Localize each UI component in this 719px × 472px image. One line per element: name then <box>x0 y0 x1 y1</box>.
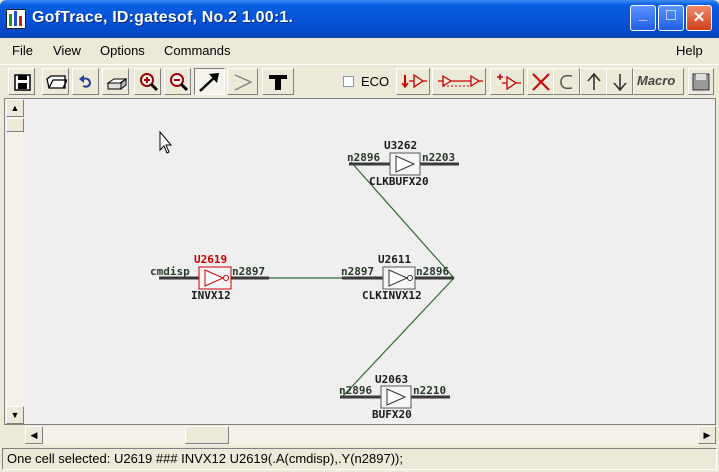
zoom-in-icon <box>140 73 159 92</box>
cell-u2619-out-net: n2897 <box>232 265 265 278</box>
macro-button[interactable]: Macro <box>633 68 684 95</box>
scroll-right-button[interactable]: ▶ <box>698 426 716 444</box>
delete-button[interactable] <box>527 68 554 95</box>
cell-u3262-out-net: n2203 <box>422 151 455 164</box>
cell-u2063-out-net: n2210 <box>413 384 446 397</box>
arrow-down-icon <box>613 74 627 92</box>
cell-u2611-in-net: n2897 <box>341 265 374 278</box>
cell-u2619[interactable]: U2619 cmdisp n2897 INVX12 <box>150 253 269 302</box>
minimize-button[interactable]: _ <box>630 5 656 31</box>
select-tool-button[interactable] <box>194 68 225 95</box>
cell-u2619-id: U2619 <box>194 253 227 266</box>
zoom-out-icon <box>170 73 189 92</box>
vertical-scrollbar[interactable]: ▲ ▼ <box>5 99 25 424</box>
trace-arrow-icon <box>234 74 253 91</box>
reconnect-button[interactable] <box>553 68 580 95</box>
insert-chain-icon <box>438 74 483 88</box>
disk-icon <box>692 73 710 91</box>
status-bar: One cell selected: U2619 ### INVX12 U261… <box>2 448 717 470</box>
close-icon: ✕ <box>692 9 706 26</box>
zoom-in-button[interactable] <box>134 68 161 95</box>
app-icon <box>6 9 26 29</box>
scroll-up-button[interactable]: ▲ <box>6 99 24 117</box>
menu-commands[interactable]: Commands <box>164 43 230 58</box>
save-eco-button[interactable] <box>688 68 714 95</box>
schematic-canvas[interactable]: U3262 n2896 n2203 CLKBUFX20 U2619 cmdisp… <box>26 99 715 424</box>
cell-u3262-in-net: n2896 <box>347 151 380 164</box>
cell-u2611-id: U2611 <box>378 253 411 266</box>
arrow-up-icon <box>587 72 601 90</box>
status-text: One cell selected: U2619 ### INVX12 U261… <box>7 451 403 466</box>
cell-u2611-type: CLKINVX12 <box>362 289 422 302</box>
eco-checkbox[interactable] <box>343 76 354 87</box>
insert-buffer-icon <box>401 73 427 89</box>
move-down-button[interactable] <box>606 68 633 95</box>
minimize-icon: _ <box>638 6 648 23</box>
close-button[interactable]: ✕ <box>686 5 712 31</box>
reconnect-arc-icon <box>560 74 573 90</box>
zoom-out-button[interactable] <box>164 68 191 95</box>
horizontal-scroll-thumb[interactable] <box>185 426 229 444</box>
eco-label: ECO <box>361 74 390 89</box>
menu-bar: File View Options Commands Help <box>0 38 719 64</box>
maximize-button[interactable]: □ <box>658 5 684 31</box>
cell-u3262-id: U3262 <box>384 139 417 152</box>
cell-u2611-out-net: n2896 <box>416 265 449 278</box>
cell-u2063-in-net: n2896 <box>339 384 372 397</box>
add-cell-icon <box>497 74 521 91</box>
maximize-icon: □ <box>666 7 676 24</box>
text-tool-icon <box>269 75 287 90</box>
cell-u3262[interactable]: U3262 n2896 n2203 CLKBUFX20 <box>347 139 459 188</box>
menu-file[interactable]: File <box>12 43 33 58</box>
move-up-button[interactable] <box>580 68 607 95</box>
scroll-down-button[interactable]: ▼ <box>6 406 24 424</box>
macro-label: Macro <box>637 73 676 88</box>
undo-button[interactable] <box>72 68 99 95</box>
cell-u2619-in-net: cmdisp <box>150 265 190 278</box>
undo-icon <box>79 75 92 88</box>
cell-u2063[interactable]: U2063 n2896 n2210 BUFX20 <box>339 373 450 421</box>
select-arrow-icon <box>199 73 219 92</box>
cell-u2611[interactable]: U2611 n2897 n2896 CLKINVX12 <box>341 253 454 302</box>
vertical-scroll-thumb[interactable] <box>6 118 24 132</box>
save-button[interactable] <box>8 68 35 95</box>
toolbar: ECO Macro <box>0 64 719 99</box>
eco-insert-button[interactable] <box>396 68 430 95</box>
menu-help[interactable]: Help <box>676 43 703 58</box>
eco-add-button[interactable] <box>490 68 524 95</box>
cell-u2619-type: INVX12 <box>191 289 231 302</box>
open-button[interactable] <box>42 68 69 95</box>
menu-options[interactable]: Options <box>100 43 145 58</box>
trace-tool-button[interactable] <box>227 68 258 95</box>
save-icon <box>14 74 31 91</box>
cell-u2063-id: U2063 <box>375 373 408 386</box>
delete-x-icon <box>532 73 550 91</box>
cell-u3262-type: CLKBUFX20 <box>369 175 429 188</box>
cell-u2063-type: BUFX20 <box>372 408 412 421</box>
horizontal-scrollbar[interactable]: ◀ ▶ <box>25 426 716 445</box>
eco-chain-button[interactable] <box>432 68 486 95</box>
window-title: GofTrace, ID:gatesof, No.2 1.00:1. <box>32 9 294 26</box>
mouse-cursor-icon <box>159 130 173 154</box>
title-bar[interactable]: GofTrace, ID:gatesof, No.2 1.00:1. _ □ ✕ <box>0 0 719 38</box>
menu-view[interactable]: View <box>53 43 81 58</box>
text-tool-button[interactable] <box>262 68 294 95</box>
open-folder-icon <box>46 75 67 89</box>
schematic-svg[interactable]: U3262 n2896 n2203 CLKBUFX20 U2619 cmdisp… <box>26 99 715 424</box>
goftrace-window: GofTrace, ID:gatesof, No.2 1.00:1. _ □ ✕… <box>0 0 719 472</box>
scroll-left-button[interactable]: ◀ <box>25 426 43 444</box>
print-button[interactable] <box>102 68 129 95</box>
print-icon <box>106 77 127 91</box>
